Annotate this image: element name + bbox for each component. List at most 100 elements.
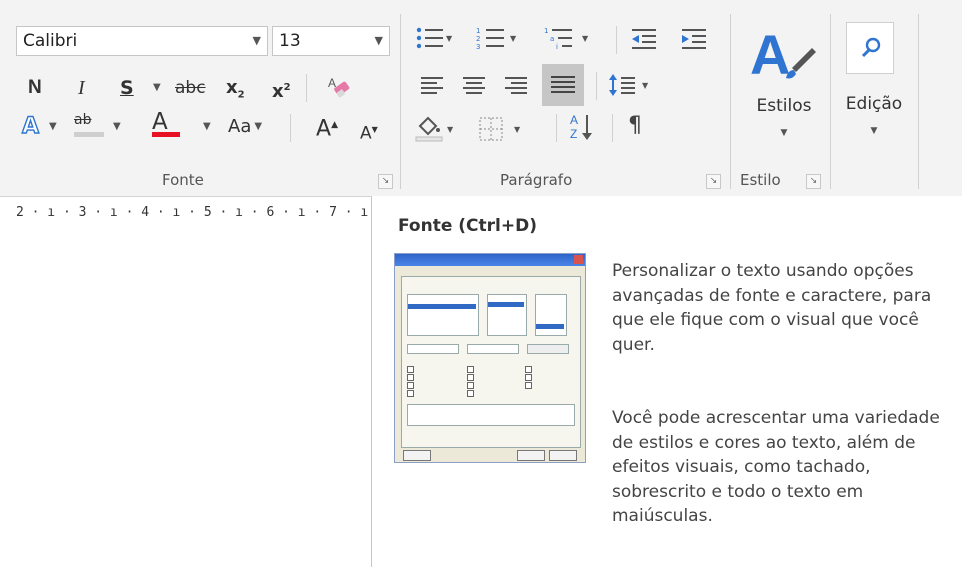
chevron-down-icon[interactable]: ▼ — [375, 27, 383, 55]
tooltip-font: Fonte (Ctrl+D) Personalizar o texto usan… — [371, 196, 962, 567]
chevron-down-icon[interactable]: ▼ — [253, 27, 261, 55]
multilevel-list-button[interactable]: 1 a i ▼ — [544, 24, 604, 54]
align-left-button[interactable] — [418, 70, 448, 100]
horizontal-ruler[interactable]: 2 · ı · 3 · ı · 4 · ı · 5 · ı · 6 · ı · … — [0, 205, 372, 227]
separator — [616, 26, 617, 54]
chevron-down-icon: ▼ — [153, 82, 161, 93]
group-separator — [830, 14, 831, 189]
sort-icon: A Z — [570, 113, 592, 141]
bold-button[interactable]: N — [28, 76, 42, 100]
increase-indent-icon — [682, 29, 706, 49]
editing-button[interactable]: Edição ▼ — [838, 20, 916, 160]
align-center-button[interactable] — [460, 70, 490, 100]
preview-checkbox — [525, 374, 532, 381]
shrink-font-label: A — [360, 123, 372, 144]
grow-font-button[interactable]: A▲ — [316, 113, 338, 141]
font-size-value: 13 — [279, 31, 301, 51]
superscript-label: x — [272, 81, 284, 102]
caret-up-icon: ▲ — [331, 120, 338, 130]
shrink-font-button[interactable]: A▼ — [360, 118, 378, 146]
preview-checkbox — [467, 390, 474, 397]
show-marks-button[interactable]: ¶ — [628, 114, 642, 138]
borders-button[interactable]: ▼ — [476, 112, 530, 146]
align-right-button[interactable] — [502, 70, 532, 100]
bold-label: N — [28, 77, 42, 98]
style-group-label: Estilo — [740, 171, 781, 189]
preview-font-list — [407, 294, 479, 336]
pilcrow-icon: ¶ — [628, 113, 642, 138]
dialog-launcher-icon: ↘ — [381, 176, 390, 186]
numbered-list-icon: 1 2 3 ▼ — [476, 27, 517, 51]
svg-text:▼: ▼ — [447, 125, 454, 134]
svg-text:1: 1 — [476, 27, 480, 35]
svg-text:2: 2 — [476, 35, 480, 43]
font-dialog-launcher[interactable]: ↘ — [378, 174, 393, 189]
close-icon — [574, 255, 583, 264]
svg-text:A: A — [328, 76, 336, 90]
ribbon: Calibri ▼ 13 ▼ N I S ▼ abc x2 x2 A A ▼ a… — [0, 0, 962, 197]
grow-font-label: A — [316, 116, 332, 142]
highlight-color-bar — [74, 132, 104, 137]
styles-label: Estilos — [756, 96, 812, 116]
svg-text:A: A — [570, 113, 578, 127]
change-case-button[interactable]: Aa ▼ — [228, 115, 262, 139]
subscript-label: x — [226, 77, 238, 98]
svg-text:3: 3 — [476, 43, 480, 51]
shading-button[interactable]: ▼ — [414, 112, 460, 146]
svg-text:A: A — [750, 23, 790, 82]
text-effects-label: A — [21, 114, 40, 139]
separator — [596, 72, 597, 100]
font-color-label: A — [152, 109, 168, 135]
subscript-button[interactable]: x2 — [226, 76, 245, 108]
increase-indent-button[interactable] — [680, 24, 710, 54]
text-effects-dropdown[interactable]: ▼ — [46, 115, 57, 139]
bullets-button[interactable]: ▼ — [414, 24, 454, 54]
numbering-button[interactable]: 1 2 3 ▼ — [476, 24, 520, 54]
svg-text:▼: ▼ — [642, 81, 649, 90]
clear-formatting-button[interactable]: A — [326, 74, 354, 102]
decrease-indent-button[interactable] — [630, 24, 660, 54]
preview-selection — [488, 302, 524, 307]
underline-button[interactable]: S — [120, 76, 134, 100]
separator — [556, 114, 557, 142]
editing-icon-box — [846, 22, 894, 74]
font-size-combo[interactable]: 13 ▼ — [272, 26, 390, 56]
preview-button — [517, 450, 545, 461]
font-color-button[interactable]: A — [152, 110, 180, 137]
preview-sample-box — [407, 404, 575, 426]
strikethrough-button[interactable]: abc — [175, 76, 206, 100]
text-effects-button[interactable]: A — [21, 114, 40, 139]
font-name-combo[interactable]: Calibri ▼ — [16, 26, 268, 56]
superscript-button[interactable]: x2 — [272, 76, 291, 104]
styles-button[interactable]: A Estilos ▼ — [742, 20, 826, 160]
line-spacing-button[interactable]: ▼ — [608, 70, 662, 100]
justify-button[interactable] — [542, 64, 584, 106]
svg-text:i: i — [556, 43, 558, 51]
chevron-down-icon: ▼ — [254, 121, 263, 132]
styles-dialog-launcher[interactable]: ↘ — [806, 174, 821, 189]
paragraph-group-label: Parágrafo — [500, 171, 573, 189]
highlight-dropdown[interactable]: ▼ — [110, 115, 121, 139]
svg-text:▼: ▼ — [510, 34, 517, 43]
underline-dropdown[interactable]: ▼ — [150, 76, 161, 100]
font-color-dropdown[interactable]: ▼ — [200, 115, 211, 139]
highlight-button[interactable]: ab — [74, 112, 104, 137]
tooltip-description-1: Personalizar o texto usando opções avanç… — [612, 261, 932, 355]
chevron-down-icon: ▼ — [870, 126, 878, 136]
underline-label: S — [120, 77, 134, 99]
preview-checkbox — [467, 366, 474, 373]
paragraph-dialog-launcher[interactable]: ↘ — [706, 174, 721, 189]
preview-checkbox — [467, 374, 474, 381]
editing-label: Edição — [845, 94, 903, 114]
preview-checkbox — [525, 382, 532, 389]
sort-button[interactable]: A Z — [568, 110, 602, 146]
group-separator — [730, 14, 731, 189]
decrease-indent-icon — [632, 29, 656, 49]
preview-titlebar — [395, 254, 585, 266]
separator — [306, 74, 307, 102]
preview-checkbox — [407, 366, 414, 373]
subscript-mark: 2 — [237, 89, 245, 101]
italic-button[interactable]: I — [78, 76, 85, 100]
italic-label: I — [78, 77, 85, 99]
line-spacing-icon: ▼ — [609, 74, 649, 96]
